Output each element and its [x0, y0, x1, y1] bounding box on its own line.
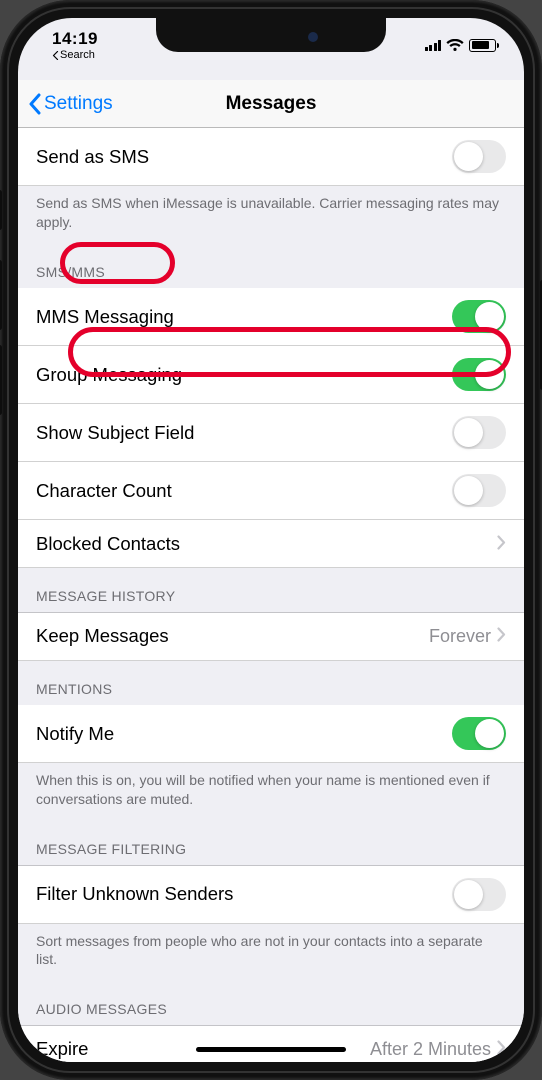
breadcrumb-back[interactable]: Search — [52, 49, 95, 61]
chevron-left-icon — [28, 93, 42, 115]
cell-label: Keep Messages — [36, 625, 429, 647]
cell-label: Show Subject Field — [36, 422, 452, 444]
cell-value: After 2 Minutes — [370, 1039, 491, 1060]
cell-blocked-contacts[interactable]: Blocked Contacts — [18, 520, 524, 568]
toggle-group-messaging[interactable] — [452, 358, 506, 391]
cell-filter-unknown-senders[interactable]: Filter Unknown Senders — [18, 866, 524, 924]
cell-send-as-sms[interactable]: Send as SMS — [18, 128, 524, 186]
toggle-mms-messaging[interactable] — [452, 300, 506, 333]
device-notch — [156, 18, 386, 52]
back-button[interactable]: Settings — [28, 93, 113, 115]
chevron-right-icon — [497, 625, 506, 647]
cell-value: Forever — [429, 626, 491, 647]
section-header-filtering: MESSAGE FILTERING — [18, 821, 524, 865]
status-time: 14:19 — [52, 29, 98, 49]
cell-label: Notify Me — [36, 723, 452, 745]
nav-bar: Settings Messages — [18, 80, 524, 128]
toggle-show-subject-field[interactable] — [452, 416, 506, 449]
cell-notify-me[interactable]: Notify Me — [18, 705, 524, 763]
section-header-smsmms: SMS/MMS — [18, 244, 524, 288]
back-label: Settings — [44, 93, 113, 115]
section-footer: Send as SMS when iMessage is unavailable… — [18, 186, 524, 244]
cell-expire[interactable]: Expire After 2 Minutes — [18, 1026, 524, 1062]
cell-label: Filter Unknown Senders — [36, 883, 452, 905]
toggle-send-as-sms[interactable] — [452, 140, 506, 173]
section-footer: When this is on, you will be notified wh… — [18, 763, 524, 821]
section-header-audio: AUDIO MESSAGES — [18, 981, 524, 1025]
chevron-right-icon — [497, 533, 506, 555]
cell-character-count[interactable]: Character Count — [18, 462, 524, 520]
page-title: Messages — [226, 93, 317, 115]
section-header-mentions: MENTIONS — [18, 661, 524, 705]
section-footer: Sort messages from people who are not in… — [18, 924, 524, 982]
toggle-notify-me[interactable] — [452, 717, 506, 750]
section-header-history: MESSAGE HISTORY — [18, 568, 524, 612]
battery-icon — [469, 39, 496, 52]
wifi-icon — [446, 39, 464, 52]
chevron-right-icon — [497, 1038, 506, 1060]
cellular-bars-icon — [425, 39, 442, 51]
cell-label: Send as SMS — [36, 146, 452, 168]
cell-label: Character Count — [36, 480, 452, 502]
cell-show-subject-field[interactable]: Show Subject Field — [18, 404, 524, 462]
home-indicator[interactable] — [196, 1047, 346, 1052]
cell-label: Group Messaging — [36, 364, 452, 386]
toggle-filter-unknown-senders[interactable] — [452, 878, 506, 911]
cell-mms-messaging[interactable]: MMS Messaging — [18, 288, 524, 346]
toggle-character-count[interactable] — [452, 474, 506, 507]
cell-group-messaging[interactable]: Group Messaging — [18, 346, 524, 404]
breadcrumb-label: Search — [60, 49, 95, 61]
cell-label: MMS Messaging — [36, 306, 452, 328]
cell-keep-messages[interactable]: Keep Messages Forever — [18, 613, 524, 661]
cell-label: Blocked Contacts — [36, 533, 497, 555]
